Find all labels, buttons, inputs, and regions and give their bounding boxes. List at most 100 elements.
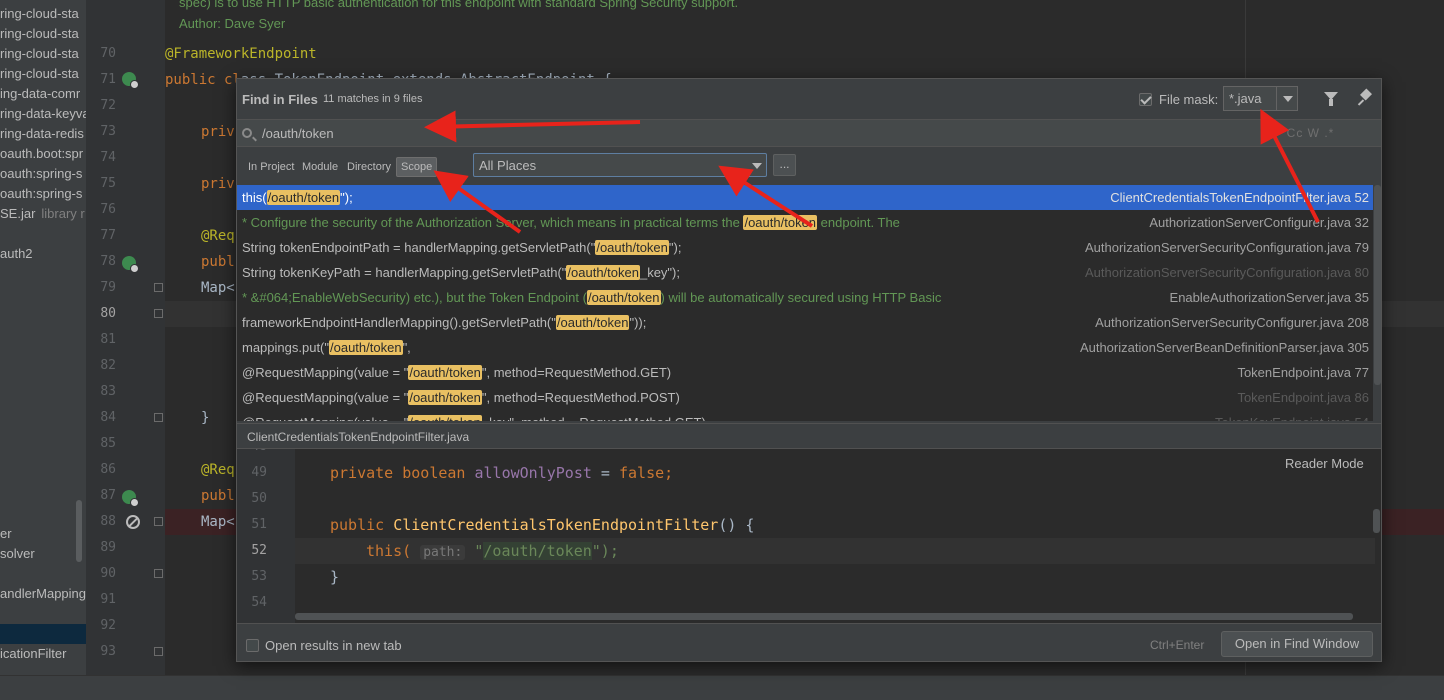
- filter-icon[interactable]: [1324, 92, 1338, 106]
- tree-item[interactable]: ring-data-keyva: [0, 104, 86, 124]
- result-file: TokenKeyEndpoint.java 54: [1215, 410, 1369, 421]
- line-number: 72: [100, 98, 116, 113]
- tree-item[interactable]: ring-cloud-sta: [0, 24, 79, 44]
- result-row[interactable]: mappings.put("/oauth/token", Authorizatio…: [237, 335, 1373, 360]
- scope-tab-scope[interactable]: Scope: [396, 157, 438, 177]
- code-fragment: Map<: [201, 280, 235, 296]
- code-fragment: @Req: [201, 228, 235, 244]
- tree-selection: [0, 624, 86, 644]
- tree-item[interactable]: oauth:spring-s: [0, 184, 82, 204]
- fold-icon[interactable]: [154, 283, 163, 292]
- result-row[interactable]: this(/oauth/token"); ClientCredentialsTok…: [237, 185, 1373, 210]
- result-row[interactable]: @RequestMapping(value = "/oauth/token", …: [237, 385, 1373, 410]
- result-text: @RequestMapping(value = "/oauth/token_ke…: [242, 410, 706, 421]
- tree-item[interactable]: icationFilter: [0, 644, 66, 664]
- line-number: 80: [100, 306, 116, 321]
- result-row[interactable]: @RequestMapping(value = "/oauth/token_ke…: [237, 410, 1373, 421]
- result-row[interactable]: String tokenEndpointPath = handlerMappin…: [237, 235, 1373, 260]
- results-scrollbar[interactable]: [1374, 185, 1381, 385]
- result-text: @RequestMapping(value = "/oauth/token", …: [242, 360, 671, 385]
- shortcut-hint: Ctrl+Enter: [1150, 638, 1205, 652]
- tree-item[interactable]: auth2: [0, 244, 33, 264]
- file-mask-checkbox[interactable]: [1139, 93, 1152, 106]
- search-options[interactable]: × .* Cc W .*: [1260, 126, 1334, 140]
- tree-item[interactable]: SE.jar library r: [0, 204, 85, 224]
- result-row[interactable]: @RequestMapping(value = "/oauth/token", …: [237, 360, 1373, 385]
- file-mask-combo[interactable]: *.java: [1223, 86, 1298, 111]
- find-in-files-popup[interactable]: Find in Files 11 matches in 9 files File…: [236, 78, 1382, 662]
- result-post: ) will be automatically secured using HT…: [660, 290, 942, 305]
- result-file: AuthorizationServerSecurityConfiguration…: [1085, 240, 1369, 255]
- open-in-find-window-button[interactable]: Open in Find Window: [1221, 631, 1373, 657]
- tree-item[interactable]: oauth.boot:spr: [0, 144, 83, 164]
- project-tree[interactable]: ring-cloud-sta ring-cloud-sta ring-cloud-s…: [0, 0, 86, 675]
- fold-icon[interactable]: [154, 569, 163, 578]
- result-row[interactable]: * Configure the security of the Authoriz…: [237, 210, 1373, 235]
- open-new-tab-checkbox[interactable]: [246, 639, 259, 652]
- result-row[interactable]: * &#064;EnableWebSecurity) etc.), but th…: [237, 285, 1373, 310]
- mapping-gutter-icon[interactable]: [122, 490, 139, 507]
- tree-item[interactable]: ring-data-redis: [0, 124, 84, 144]
- tree-item[interactable]: ing-data-comr: [0, 84, 80, 104]
- code-fragment: @Req: [201, 462, 235, 478]
- line-number: 79: [100, 280, 116, 295]
- more-scopes-button[interactable]: ...: [773, 154, 796, 176]
- tree-item[interactable]: solver: [0, 544, 35, 564]
- line-number: 85: [100, 436, 116, 451]
- pin-icon[interactable]: [1358, 90, 1372, 106]
- result-text: frameworkEndpointHandlerMapping().getSer…: [242, 310, 646, 335]
- scope-tab-directory[interactable]: Directory: [347, 161, 391, 173]
- tree-item-label: ring-cloud-sta: [0, 66, 79, 81]
- scope-tab-in-project[interactable]: In Project: [248, 161, 294, 173]
- scope-tab-module[interactable]: Module: [302, 161, 338, 173]
- popup-footer: Open results in new tab Ctrl+Enter Open …: [237, 623, 1381, 663]
- scope-select[interactable]: All Places: [473, 153, 767, 177]
- mapping-gutter-icon[interactable]: [122, 256, 139, 273]
- code-fragment: publ: [201, 254, 235, 270]
- results-list[interactable]: this(/oauth/token"); ClientCredentialsTok…: [237, 185, 1373, 421]
- disabled-icon[interactable]: [126, 515, 140, 529]
- search-input[interactable]: /oauth/token: [262, 126, 334, 141]
- fold-icon[interactable]: [154, 413, 163, 422]
- preview-gutter: 48 49 50 51 52 53 54: [237, 449, 295, 623]
- line-number: 70: [100, 46, 116, 61]
- tree-item[interactable]: ring-cloud-sta: [0, 64, 79, 84]
- file-mask-dropdown[interactable]: [1276, 87, 1298, 110]
- code-fragment: Map<: [201, 514, 235, 530]
- fold-icon[interactable]: [154, 309, 163, 318]
- preview-code-line: private boolean allowOnlyPost = false;: [330, 464, 674, 482]
- preview-vscrollbar[interactable]: [1373, 509, 1380, 533]
- tree-item[interactable]: ring-cloud-sta: [0, 44, 79, 64]
- result-row[interactable]: frameworkEndpointHandlerMapping().getSer…: [237, 310, 1373, 335]
- tree-item[interactable]: er: [0, 524, 12, 544]
- result-text: mappings.put("/oauth/token",: [242, 335, 411, 360]
- reader-mode-toggle[interactable]: Reader Mode: [1285, 456, 1364, 471]
- tree-scrollbar[interactable]: [76, 500, 82, 562]
- tree-item-label: auth2: [0, 246, 33, 261]
- result-file: TokenEndpoint.java 86: [1237, 390, 1369, 405]
- fold-icon[interactable]: [154, 647, 163, 656]
- preview-hscrollbar[interactable]: [295, 613, 1353, 620]
- result-match: /oauth/token: [408, 390, 482, 405]
- popup-title: Find in Files: [242, 92, 318, 107]
- result-file: AuthorizationServerBeanDefinitionParser.…: [1079, 340, 1369, 355]
- result-file: ClientCredentialsTokenEndpointFilter.jav…: [1110, 190, 1369, 205]
- search-icon[interactable]: [242, 128, 252, 138]
- open-new-tab-label[interactable]: Open results in new tab: [265, 638, 402, 653]
- preview-line-number: 51: [251, 517, 267, 532]
- code-preview[interactable]: 48 49 50 51 52 53 54 private boolean allowOnly…: [237, 449, 1381, 623]
- search-bar[interactable]: /oauth/token × .* Cc W .*: [237, 119, 1381, 147]
- tree-item-suffix: library r: [41, 206, 85, 221]
- file-mask-value: *.java: [1229, 91, 1262, 106]
- result-row[interactable]: String tokenKeyPath = handlerMapping.get…: [237, 260, 1373, 285]
- tree-item[interactable]: oauth:spring-s: [0, 164, 82, 184]
- fold-icon[interactable]: [154, 517, 163, 526]
- chevron-down-icon: [752, 163, 762, 169]
- implement-gutter-icon[interactable]: [122, 72, 139, 89]
- result-pre: String tokenEndpointPath = handlerMappin…: [242, 240, 596, 255]
- popup-header[interactable]: Find in Files 11 matches in 9 files File…: [237, 79, 1381, 119]
- result-post: "));: [629, 315, 647, 330]
- result-text: @RequestMapping(value = "/oauth/token", …: [242, 385, 680, 410]
- tree-item[interactable]: andlerMapping: [0, 584, 86, 604]
- tree-item[interactable]: ring-cloud-sta: [0, 4, 79, 24]
